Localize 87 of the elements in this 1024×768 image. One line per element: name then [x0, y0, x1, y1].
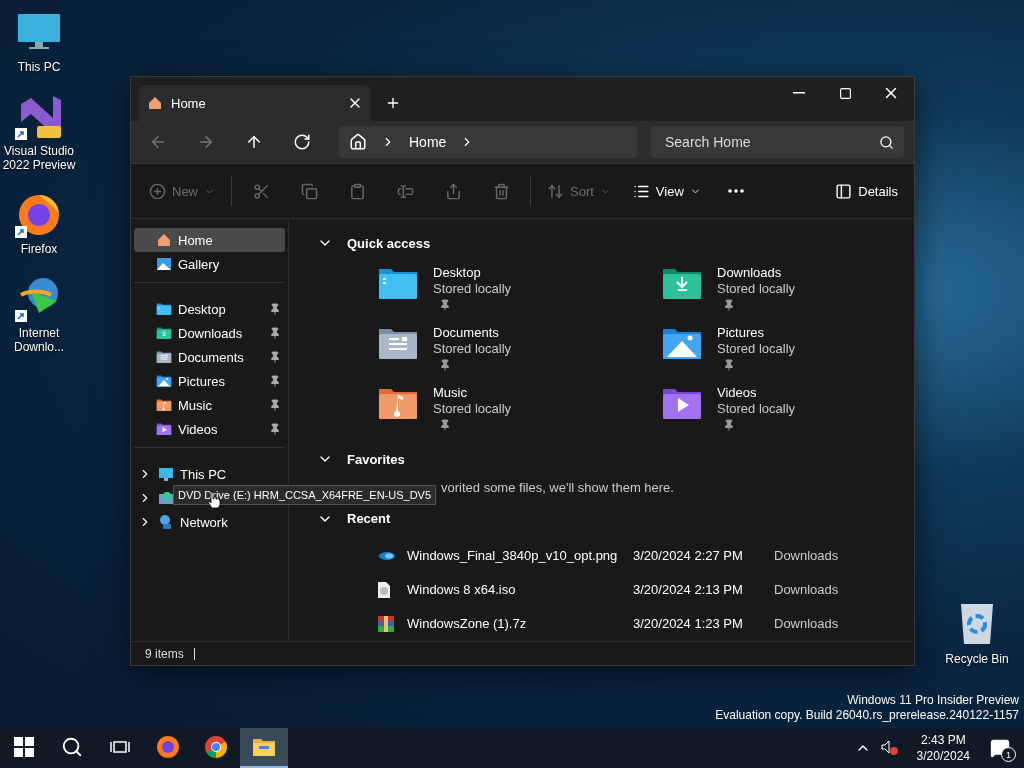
network-icon — [158, 514, 174, 530]
sidebar-item[interactable]: Network — [134, 510, 285, 534]
quick-access-item[interactable]: Pictures Stored locally — [661, 325, 861, 380]
folder-icon — [156, 326, 172, 340]
details-button[interactable]: Details — [831, 178, 902, 204]
watermark-text: Windows 11 Pro Insider Preview — [847, 693, 1019, 708]
quick-access-item[interactable]: Videos Stored locally — [661, 385, 861, 440]
sidebar-item[interactable]: Home — [134, 228, 285, 252]
sidebar-item[interactable]: Videos — [134, 417, 285, 441]
address-bar[interactable]: Home — [339, 126, 637, 158]
muted-speaker-icon[interactable] — [880, 740, 899, 756]
sidebar-item[interactable]: Documents — [134, 345, 285, 369]
rename-icon — [396, 182, 414, 200]
archive-icon — [377, 615, 395, 633]
folder-icon — [252, 737, 276, 757]
clock[interactable]: 2:43 PM 3/20/2024 — [908, 732, 978, 764]
home-icon — [156, 232, 172, 248]
task-view-icon — [110, 738, 130, 756]
folder-icon — [156, 302, 172, 316]
recycle-bin-icon — [959, 602, 995, 646]
table-cell-text: Downloads — [774, 548, 840, 564]
disc-drive-icon — [158, 490, 174, 506]
new-icon — [149, 182, 166, 200]
search-icon[interactable] — [879, 135, 894, 150]
copy-icon — [300, 182, 318, 200]
folder-icon — [156, 398, 172, 412]
disc-file-icon — [377, 581, 391, 599]
scissors-icon — [252, 182, 270, 200]
details-pane-icon — [835, 182, 853, 200]
sidebar-item[interactable]: Downloads — [134, 321, 285, 345]
more-icon — [727, 189, 744, 193]
section-heading: Quick access — [347, 235, 431, 251]
sidebar-item[interactable]: This PC — [134, 462, 285, 486]
status-text: 9 items — [145, 646, 184, 661]
watermark-text: Evaluation copy. Build 26040.rs_prerelease.240122-1157 — [715, 708, 1019, 723]
quick-access-item[interactable]: Music Stored locally — [377, 385, 661, 440]
gallery-icon — [156, 256, 172, 272]
table-cell-text: 3/20/2024 1:23 PM — [633, 616, 744, 632]
empty-message: vorited some files, we'll show them here. — [441, 479, 674, 495]
table-cell-text: 3/20/2024 2:13 PM — [633, 582, 744, 598]
desktop-icon-label[interactable]: Visual Studio 2022 Preview — [0, 144, 78, 172]
sort-icon — [547, 182, 564, 200]
tab[interactable]: Home — [139, 85, 371, 121]
windows-logo-icon — [14, 737, 34, 757]
quick-access-item[interactable]: Downloads Stored locally — [661, 265, 861, 320]
monitor-icon — [158, 466, 174, 482]
section-heading: Recent — [347, 511, 391, 527]
browser-logo-icon — [156, 735, 180, 759]
quick-access-item[interactable]: Documents Stored locally — [377, 325, 661, 380]
view-button[interactable]: View — [628, 178, 705, 204]
folder-icon — [156, 422, 172, 436]
search-field[interactable]: Search Home — [651, 126, 904, 158]
monitor-icon — [17, 12, 61, 52]
table-cell-text: Downloads — [774, 616, 840, 632]
folder-icon — [156, 374, 172, 388]
sidebar-item[interactable]: Gallery — [134, 252, 285, 276]
desktop-icon-label[interactable]: Firefox — [20, 242, 58, 256]
share-icon — [444, 182, 462, 200]
sidebar-item[interactable]: Desktop — [134, 297, 285, 321]
desktop-icon-label[interactable]: Internet Downlo... — [0, 326, 78, 354]
refresh-icon — [293, 133, 311, 151]
forward-arrow-icon — [197, 133, 215, 151]
taskbar-button[interactable] — [240, 728, 288, 768]
table-cell-text: Downloads — [774, 582, 840, 598]
section-heading: Favorites — [347, 452, 405, 467]
search-icon — [61, 736, 83, 758]
plus-icon — [385, 95, 401, 111]
desktop-icon-label[interactable]: This PC — [17, 60, 61, 74]
trash-icon — [492, 182, 510, 200]
tooltip: DVD Drive (E:) HRM_CCSA_X64FRE_EN-US_DV5 — [173, 485, 437, 505]
image-file-icon — [377, 551, 395, 561]
folder-icon — [156, 350, 172, 364]
sidebar-item[interactable]: Pictures — [134, 369, 285, 393]
sidebar-item[interactable]: Music — [134, 393, 285, 417]
quick-access-item[interactable]: Desktop Stored locally — [377, 265, 661, 320]
file-name[interactable]: Windows_Final_3840p_v10_opt.png — [407, 548, 633, 564]
home-icon — [147, 95, 163, 111]
minimize-icon — [793, 92, 805, 94]
file-name[interactable]: Windows 8 x64.iso — [407, 582, 633, 598]
clipboard-icon — [348, 182, 366, 200]
file-name[interactable]: WindowsZone (1).7z — [407, 616, 633, 632]
breadcrumb-item[interactable]: Home — [409, 134, 447, 150]
browser-logo-icon — [204, 735, 228, 759]
home-icon — [349, 133, 367, 151]
desktop-icon-label[interactable]: Recycle Bin — [945, 652, 1009, 666]
maximize-icon — [838, 86, 852, 100]
table-cell-text: 3/20/2024 2:27 PM — [633, 548, 744, 564]
